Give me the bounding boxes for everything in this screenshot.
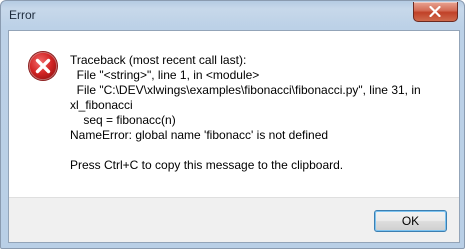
message-line: xl_fibonacci [70, 98, 133, 112]
message-line: File "C:\DEV\xlwings\examples\fibonacci\… [70, 83, 421, 97]
error-icon [28, 51, 58, 81]
message-line: seq = fibonacc(n) [70, 113, 176, 127]
title-bar[interactable]: Error [1, 1, 464, 29]
ok-button[interactable]: OK [374, 210, 447, 232]
error-message: Traceback (most recent call last): File … [70, 53, 450, 173]
message-line: Traceback (most recent call last): [70, 53, 247, 67]
window-title: Error [9, 8, 36, 22]
close-button[interactable] [413, 2, 458, 22]
error-dialog-window: Error Traceback (most recent call last): [0, 0, 465, 249]
message-line: NameError: global name 'fibonacc' is not… [70, 128, 329, 142]
button-bar: OK [9, 197, 459, 242]
message-line: File "<string>", line 1, in <module> [70, 68, 260, 82]
message-line: Press Ctrl+C to copy this message to the… [70, 158, 344, 172]
close-icon [429, 6, 441, 17]
message-line [70, 143, 450, 158]
dialog-content: Traceback (most recent call last): File … [8, 30, 460, 243]
